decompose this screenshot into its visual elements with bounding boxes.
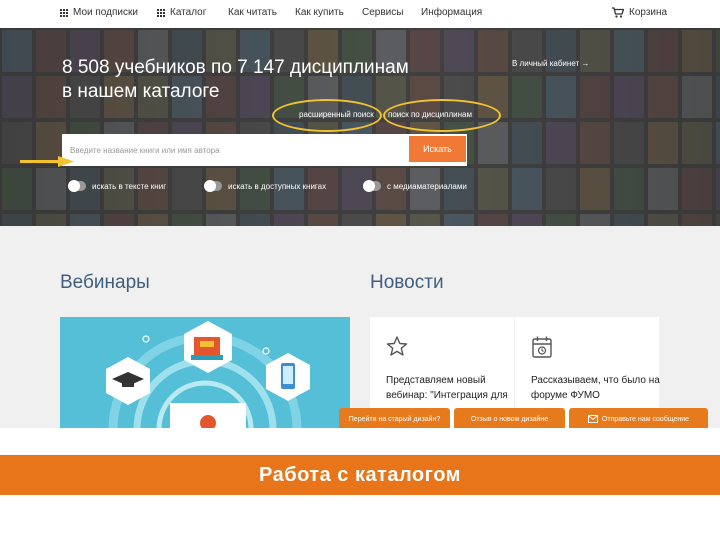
nav-how-to-buy-label: Как купить <box>295 7 344 18</box>
top-navigation: Мои подписки Каталог Как читать Как купи… <box>0 0 720 28</box>
nav-info-label: Информация <box>421 7 483 18</box>
news-text: Рассказываем, что было на форуме ФУМО <box>531 375 660 401</box>
nav-subscriptions[interactable]: Мои подписки <box>60 7 138 18</box>
caption-banner: Работа с каталогом <box>0 455 720 495</box>
toggle-switch[interactable] <box>68 180 86 192</box>
hero-title-line1: 8 508 учебников по 7 147 дисциплинам <box>62 57 409 78</box>
search-input[interactable] <box>62 134 408 166</box>
search-button[interactable]: Искать <box>409 136 466 162</box>
calendar-icon <box>532 336 552 358</box>
review-tab[interactable]: Отзыв о новом дизайне <box>454 408 565 430</box>
webinar-graphic <box>106 321 310 428</box>
cart-icon <box>612 7 624 18</box>
content-section: Вебинары Новости Представляем новый веби… <box>0 226 720 428</box>
webinar-illustration[interactable] <box>60 317 350 428</box>
nav-cart-label: Корзина <box>629 7 668 18</box>
toggle-text-search[interactable]: искать в тексте книг <box>68 180 167 192</box>
banner-text: Работа с каталогом <box>259 463 461 486</box>
nav-services-label: Сервисы <box>362 7 404 18</box>
arrow-right-icon <box>20 156 74 167</box>
toggle-switch[interactable] <box>204 180 222 192</box>
nav-catalog[interactable]: Каталог <box>157 7 206 18</box>
nav-how-to-buy[interactable]: Как купить <box>295 7 344 18</box>
nav-catalog-label: Каталог <box>170 7 207 18</box>
toggle-media[interactable]: с медиаматериалами <box>363 180 467 192</box>
toggle-available-books[interactable]: искать в доступных книгах <box>204 180 327 192</box>
old-design-label: Перейти на старый дизайн? <box>348 415 441 423</box>
toggle-label: с медиаматериалами <box>387 181 467 191</box>
cabinet-link[interactable]: В личный кабинет → <box>512 59 589 68</box>
discipline-search-link[interactable]: поиск по дисциплинам <box>388 110 472 119</box>
grid-icon <box>60 8 68 17</box>
banner-spacer <box>0 428 720 455</box>
hero-title-line2: в нашем каталоге <box>62 81 220 102</box>
hero-section: 8 508 учебников по 7 147 дисциплинам в н… <box>0 28 720 226</box>
review-label: Отзыв о новом дизайне <box>470 415 549 423</box>
nav-subscriptions-label: Мои подписки <box>73 7 138 18</box>
news-text: Представляем новый вебинар: "Интеграция … <box>386 375 508 401</box>
news-title: Новости <box>370 272 444 293</box>
message-label: Отправьте нам сообщение <box>601 415 690 423</box>
nav-cart[interactable]: Корзина <box>612 7 667 18</box>
envelope-icon <box>587 415 598 423</box>
nav-how-to-read[interactable]: Как читать <box>228 7 277 18</box>
grid-icon <box>157 8 165 17</box>
nav-info[interactable]: Информация <box>421 7 482 18</box>
hero-title: 8 508 учебников по 7 147 дисциплинам в н… <box>62 56 422 104</box>
toggle-label: искать в доступных книгах <box>228 181 327 191</box>
search-box <box>62 134 467 166</box>
advanced-search-link[interactable]: расширенный поиск <box>299 110 374 119</box>
toggle-switch[interactable] <box>363 180 381 192</box>
webinars-title: Вебинары <box>60 272 150 293</box>
nav-services[interactable]: Сервисы <box>362 7 403 18</box>
old-design-tab[interactable]: Перейти на старый дизайн? <box>339 408 450 430</box>
message-tab[interactable]: Отправьте нам сообщение <box>569 408 708 430</box>
star-icon <box>386 336 408 356</box>
toggle-label: искать в тексте книг <box>92 181 167 191</box>
nav-how-to-read-label: Как читать <box>228 7 277 18</box>
